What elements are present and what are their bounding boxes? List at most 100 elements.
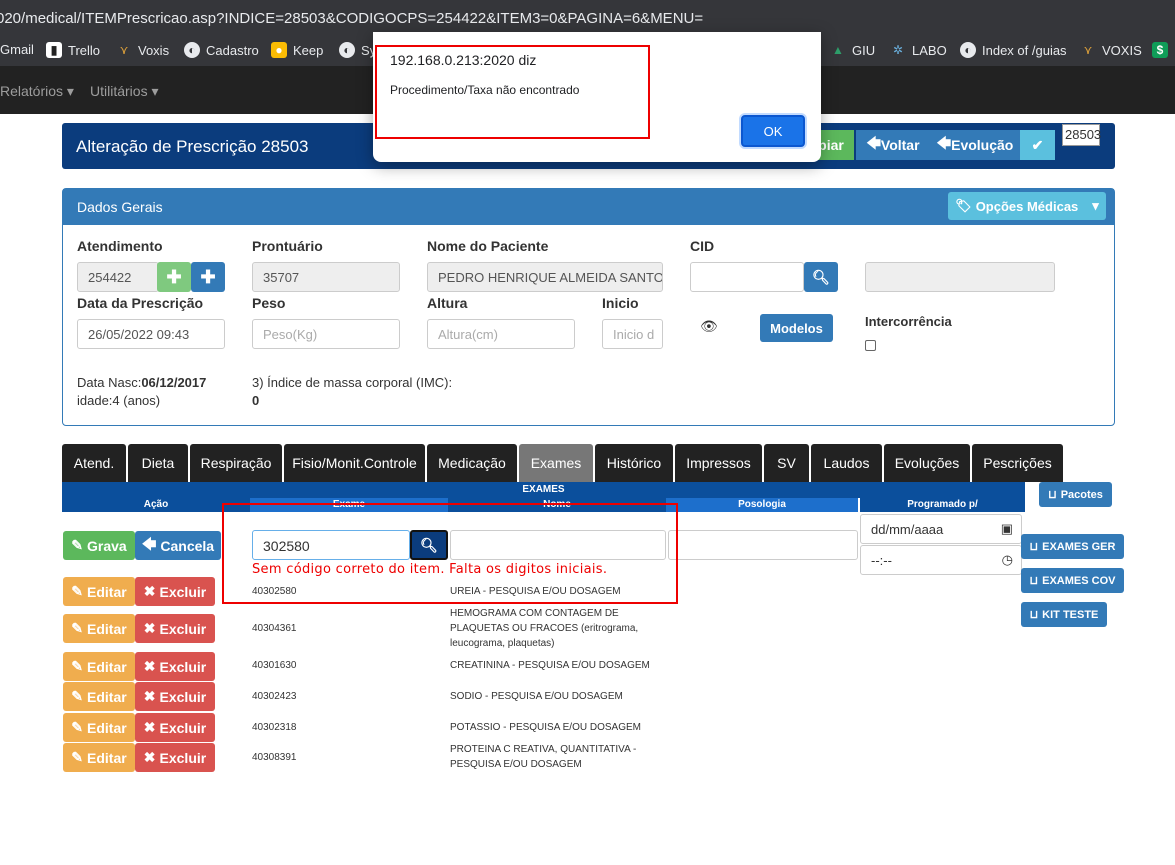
nome-paciente-field[interactable]: PEDRO HENRIQUE ALMEIDA SANTOS	[427, 262, 663, 292]
editar-button[interactable]: ✎ Editar	[63, 743, 135, 772]
tab-impressos[interactable]: Impressos	[675, 444, 762, 482]
col-posologia: Posologia	[666, 498, 858, 512]
trello-icon: ▮	[46, 42, 62, 58]
idade-text: idade:4 (anos)	[77, 393, 161, 408]
prescription-tag: 28503	[1062, 124, 1101, 146]
inbox-icon: ⊔	[1029, 541, 1039, 553]
cid-search-button[interactable]: 🔍︎	[804, 262, 838, 292]
editar-button[interactable]: ✎ Editar	[63, 682, 135, 711]
pacotes-button[interactable]: ⊔ Pacotes	[1039, 482, 1112, 507]
excluir-button[interactable]: ✖ Excluir	[135, 652, 215, 681]
calendar-icon: ▣	[1000, 521, 1013, 536]
cid-description-field[interactable]	[865, 262, 1055, 292]
peso-field[interactable]: Peso(Kg)	[252, 319, 400, 349]
exame-code: 40301630	[252, 660, 297, 671]
eye-icon[interactable]: 👁︎	[700, 318, 718, 335]
exames-ger-button[interactable]: ⊔ EXAMES GER	[1021, 534, 1124, 559]
bookmark-voxis-2[interactable]: ⋎ VOXIS	[1080, 42, 1142, 58]
exame-name: HEMOGRAMA COM CONTAGEM DE PLAQUETAS OU F…	[450, 608, 639, 649]
arrow-left-icon: 🡄	[936, 135, 952, 151]
nome-paciente-label: Nome do Paciente	[427, 238, 549, 254]
opcoes-medicas-dropdown[interactable]: 🏷 Opções Médicas ▾	[948, 192, 1106, 220]
editar-button[interactable]: ✎ Editar	[63, 577, 135, 606]
grava-button[interactable]: ✎ Grava	[63, 531, 135, 560]
cid-field[interactable]	[690, 262, 804, 292]
cancela-button[interactable]: 🡄 Cancela	[135, 531, 221, 560]
exame-name: POTASSIO - PESQUISA E/OU DOSAGEM	[450, 722, 641, 733]
confirm-button[interactable]: ✔	[1020, 130, 1055, 160]
excluir-button[interactable]: ✖ Excluir	[135, 682, 215, 711]
modelos-button[interactable]: Modelos	[760, 314, 833, 342]
bookmark-giu[interactable]: ▲ GIU	[830, 42, 875, 58]
imc-value: 0	[252, 393, 260, 408]
close-icon: ✖	[143, 688, 156, 704]
data-prescricao-field[interactable]: 26/05/2022 09:43	[77, 319, 225, 349]
close-icon: ✖	[143, 583, 156, 599]
prontuario-field[interactable]: 35707	[252, 262, 400, 292]
bookmark-index-guias[interactable]: ◐ Index of /guias	[960, 42, 1067, 58]
page-title: Alteração de Prescrição 28503	[76, 137, 309, 156]
excluir-button[interactable]: ✖ Excluir	[135, 743, 215, 772]
caret-down-icon: ▾	[147, 83, 159, 99]
tab-respiracao[interactable]: Respiração	[190, 444, 282, 482]
atendimento-label: Atendimento	[77, 238, 163, 254]
kit-teste-button[interactable]: ⊔ KIT TESTE	[1021, 602, 1107, 627]
bookmark-labo[interactable]: ✲ LABO	[890, 42, 947, 58]
tab-prescricoes[interactable]: Pescrições	[972, 444, 1063, 482]
tab-evolucoes[interactable]: Evoluções	[884, 444, 970, 482]
altura-field[interactable]: Altura(cm)	[427, 319, 575, 349]
bookmark-extra[interactable]: $	[1152, 42, 1168, 58]
programado-date-input[interactable]: dd/mm/aaaa ▣	[860, 514, 1022, 544]
edit-icon: ✎	[71, 620, 84, 636]
bookmark-keep[interactable]: ● Keep	[271, 42, 323, 58]
excluir-button[interactable]: ✖ Excluir	[135, 713, 215, 742]
save-icon: ✎	[71, 537, 84, 553]
editar-button[interactable]: ✎ Editar	[63, 614, 135, 643]
globe-icon: ◐	[960, 42, 976, 58]
tab-historico[interactable]: Histórico	[595, 444, 673, 482]
bookmark-voxis[interactable]: ⋎ Voxis	[116, 42, 169, 58]
excluir-button[interactable]: ✖ Excluir	[135, 577, 215, 606]
back-button[interactable]: 🡄 Voltar	[856, 130, 930, 160]
add-button[interactable]: ✚	[191, 262, 225, 292]
exames-cov-button[interactable]: ⊔ EXAMES COV	[1021, 568, 1124, 593]
editar-button[interactable]: ✎ Editar	[63, 652, 135, 681]
programado-time-input[interactable]: --:-- ◷	[860, 545, 1022, 575]
address-bar[interactable]: 020/medical/ITEMPrescricao.asp?INDICE=28…	[0, 0, 1175, 36]
exame-code: 40302423	[252, 691, 297, 702]
keep-icon: ●	[271, 42, 287, 58]
bookmark-sy[interactable]: ◐ Sy	[339, 42, 376, 58]
dados-gerais-panel: Dados Gerais	[62, 188, 1115, 426]
inicio-field[interactable]: Inicio d	[602, 319, 663, 349]
inbox-icon: ⊔	[1029, 609, 1039, 621]
menu-relatorios[interactable]: Relatórios ▾	[0, 83, 74, 100]
tab-sv[interactable]: SV	[764, 444, 809, 482]
excluir-button[interactable]: ✖ Excluir	[135, 614, 215, 643]
menu-utilitarios[interactable]: Utilitários ▾	[90, 83, 159, 100]
bookmark-gmail[interactable]: Gmail	[0, 42, 34, 57]
inicio-label: Inicio	[602, 295, 639, 311]
tab-fisio[interactable]: Fisio/Monit.Controle	[284, 444, 425, 482]
tab-exames[interactable]: Exames	[519, 444, 593, 482]
tab-medicacao[interactable]: Medicação	[427, 444, 517, 482]
caret-down-icon: ▾	[1092, 198, 1099, 213]
editar-button[interactable]: ✎ Editar	[63, 713, 135, 742]
dollar-icon: $	[1152, 42, 1168, 58]
add-atendimento-button[interactable]: ✚	[157, 262, 191, 292]
bookmark-cadastro[interactable]: ◐ Cadastro	[184, 42, 259, 58]
altura-label: Altura	[427, 295, 468, 311]
tab-atend[interactable]: Atend.	[62, 444, 126, 482]
intercorrencia-checkbox[interactable]	[865, 340, 876, 351]
atendimento-field[interactable]: 254422	[77, 262, 159, 292]
dialog-ok-button[interactable]: OK	[741, 115, 805, 147]
posologia-input[interactable]	[668, 530, 858, 560]
inbox-icon: ⊔	[1048, 489, 1057, 501]
intercorrencia-label: Intercorrência	[865, 314, 952, 329]
inbox-icon: ⊔	[1029, 575, 1039, 587]
data-prescricao-label: Data da Prescrição	[77, 295, 204, 311]
evolution-button[interactable]: 🡄 Evolução	[930, 130, 1020, 160]
tab-dieta[interactable]: Dieta	[128, 444, 188, 482]
exame-code: 40302318	[252, 722, 297, 733]
bookmark-trello[interactable]: ▮ Trello	[46, 42, 100, 58]
tab-laudos[interactable]: Laudos	[811, 444, 882, 482]
